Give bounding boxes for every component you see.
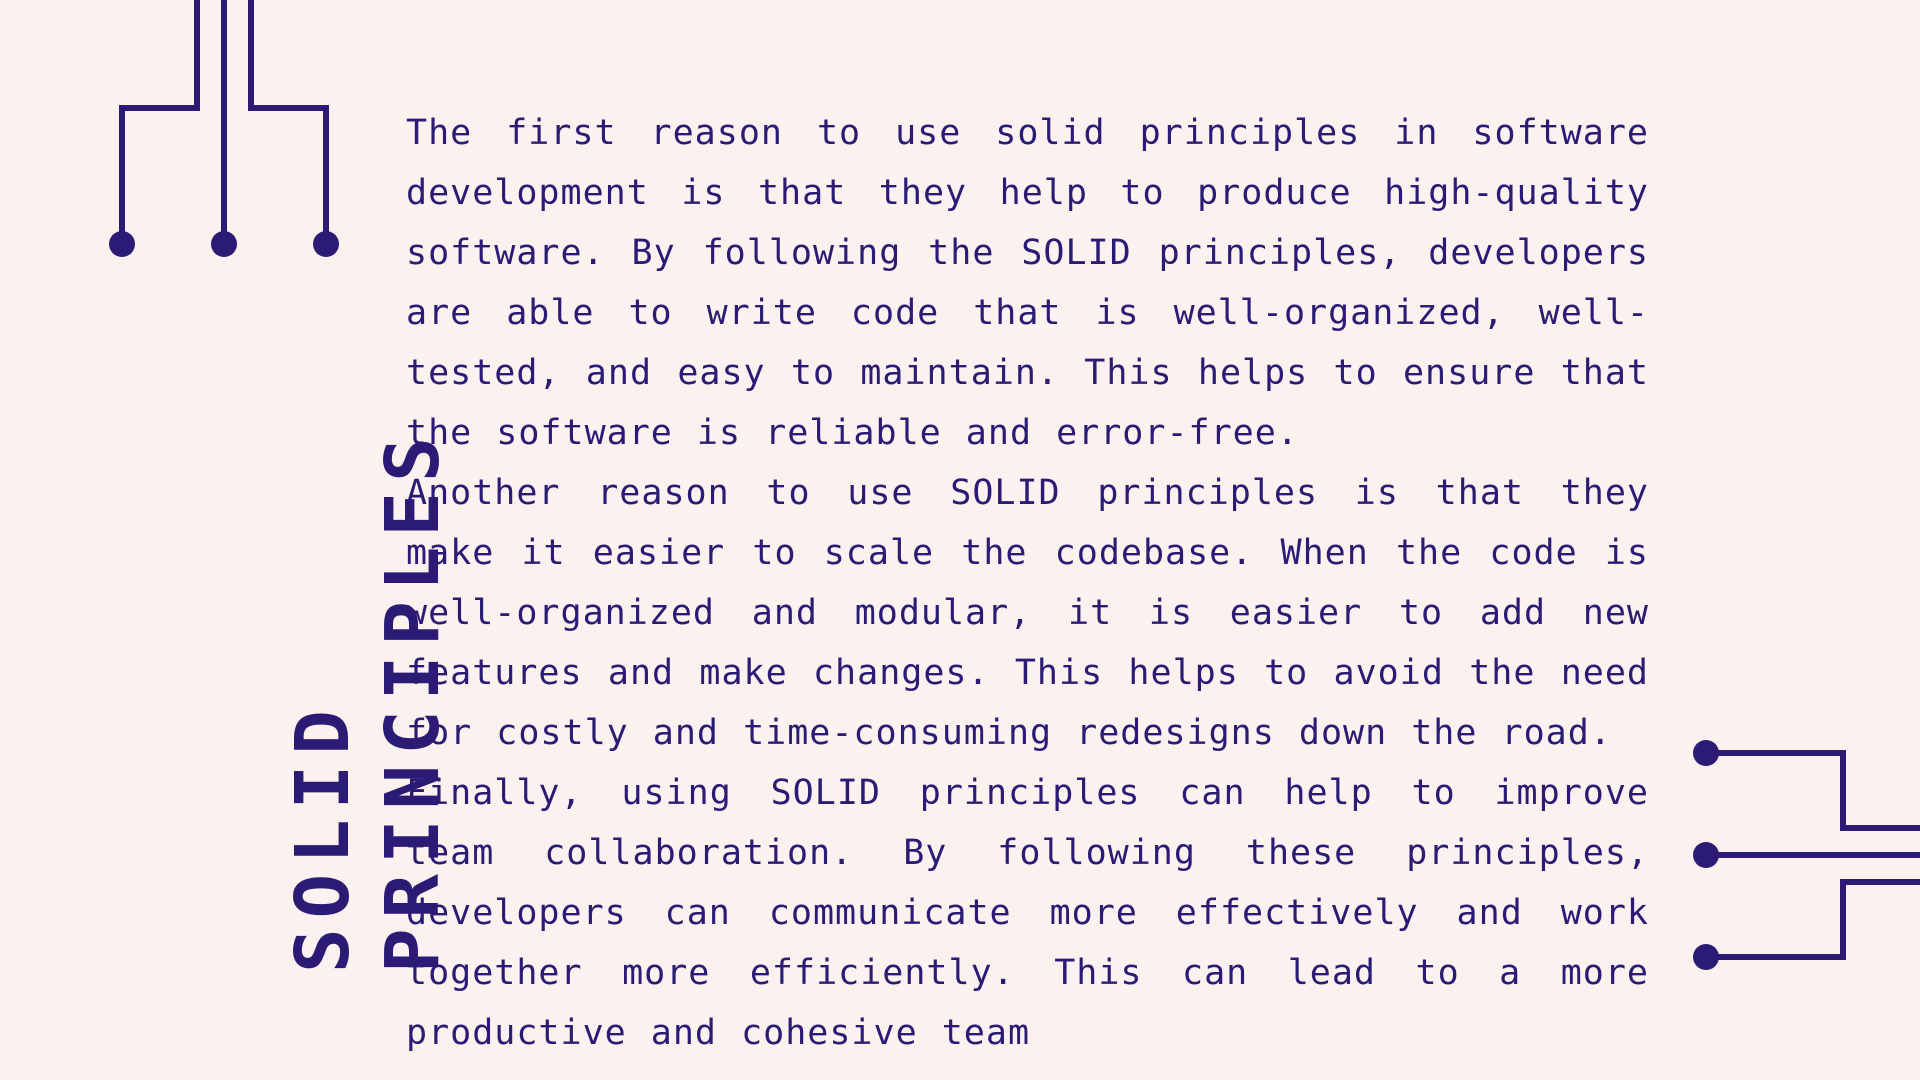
body-text: The first reason to use solid principles… — [406, 103, 1649, 1063]
paragraph-2: Another reason to use SOLID principles i… — [406, 473, 1649, 753]
circuit-lines-icon — [109, 0, 339, 257]
slide: SOLID PRINCIPLES The first reason to use… — [0, 0, 1920, 1080]
title-line-1: SOLID — [280, 700, 366, 973]
paragraph-1: The first reason to use solid principles… — [406, 113, 1649, 453]
circuit-lines-icon — [1693, 740, 1920, 970]
paragraph-3: Finally, using SOLID principles can help… — [406, 773, 1649, 1053]
